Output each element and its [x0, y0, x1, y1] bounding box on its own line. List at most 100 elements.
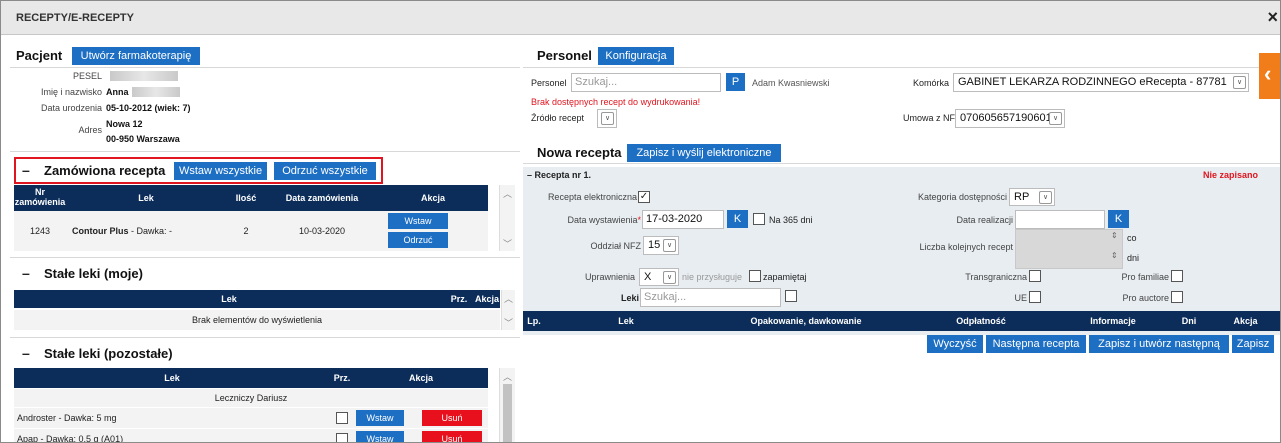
newrx-divider: [523, 163, 1280, 164]
drug-name: Androster: [17, 413, 57, 423]
table-row: Apap - Dawka: 0,5 g (A01) Wstaw Usuń: [14, 429, 488, 442]
col-drug: Lek: [138, 193, 154, 203]
reject-all-button[interactable]: Odrzuć wszystkie: [274, 162, 376, 180]
chevron-down-icon: ∨: [663, 271, 676, 284]
insert-button[interactable]: Wstaw: [356, 410, 404, 426]
electronic-checkbox[interactable]: ✓: [638, 191, 650, 203]
tab-patient[interactable]: Pacjent: [16, 48, 62, 63]
electronic-label: Recepta elektroniczna: [547, 192, 637, 202]
stepper-co-icon[interactable]: ⇕: [1111, 231, 1118, 240]
prz-checkbox[interactable]: [336, 433, 348, 442]
chevron-down-icon: ∨: [663, 239, 676, 252]
ordered-title: Zamówiona recepta: [44, 163, 166, 178]
na365-label: Na 365 dni: [769, 215, 813, 225]
reject-button[interactable]: Odrzuć: [388, 232, 448, 248]
chevron-down-icon: ∨: [1233, 76, 1246, 89]
col-qty: Ilość: [235, 193, 257, 203]
ue-label: UE: [1014, 293, 1027, 303]
pro-auctore-label: Pro auctore: [1122, 293, 1169, 303]
unit-value: GABINET LEKARZA RODZINNEGO eRecepta - 87…: [958, 76, 1227, 88]
group-name: Leczniczy Dariusz: [214, 393, 288, 403]
insert-button[interactable]: Wstaw: [388, 213, 448, 229]
remove-button[interactable]: Usuń: [422, 431, 482, 442]
empty-message: Brak elementów do wyświetlenia: [191, 315, 323, 325]
close-icon[interactable]: ×: [1267, 8, 1278, 26]
days-label: dni: [1127, 253, 1140, 263]
insert-all-button[interactable]: Wstaw wszystkie: [174, 162, 267, 180]
tab-new-prescription[interactable]: Nowa recepta: [537, 145, 622, 160]
unit-label: Komórka: [913, 78, 950, 88]
otherdrugs-table-header: Lek Prz. Akcja: [14, 368, 488, 388]
window-titlebar: RECEPTY/E-RECEPTY ×: [1, 1, 1280, 35]
cross-border-checkbox[interactable]: [1029, 270, 1041, 282]
order-qty: 2: [243, 226, 249, 236]
col-days: Dni: [1181, 316, 1197, 326]
order-drug: Contour Plus - Dawka: -: [72, 226, 172, 236]
unit-select[interactable]: GABINET LEKARZA RODZINNEGO eRecepta - 87…: [953, 73, 1249, 92]
clear-button[interactable]: Wyczyść: [927, 335, 983, 353]
save-button[interactable]: Zapisz: [1232, 335, 1274, 353]
pro-familiae-checkbox[interactable]: [1171, 270, 1183, 282]
remove-button[interactable]: Usuń: [422, 410, 482, 426]
insert-button[interactable]: Wstaw: [356, 431, 404, 442]
pro-familiae-label: Pro familiae: [1121, 272, 1169, 282]
realization-k-button[interactable]: K: [1108, 210, 1129, 228]
next-prescription-button[interactable]: Następna recepta: [986, 335, 1086, 353]
issue-date-k-button[interactable]: K: [727, 210, 748, 228]
nfz-value: 15: [648, 239, 661, 251]
realization-label: Data realizacji: [956, 215, 1013, 225]
window-title: RECEPTY/E-RECEPTY: [16, 12, 134, 24]
pro-auctore-checkbox[interactable]: [1171, 291, 1183, 303]
scroll-up-icon[interactable]: ︿: [502, 292, 515, 305]
ue-checkbox[interactable]: [1029, 291, 1041, 303]
otherdrugs-title: Stałe leki (pozostałe): [44, 346, 173, 361]
col-drug: Lek: [164, 373, 180, 383]
drugs-search-input[interactable]: Szukaj...: [640, 288, 781, 307]
category-select[interactable]: RP ∨: [1009, 188, 1055, 206]
mydrugs-scrollbar[interactable]: ︿ ﹀: [501, 290, 515, 330]
mydrugs-table-header: Lek Prz. Akcja: [14, 290, 500, 308]
na365-checkbox[interactable]: [753, 213, 765, 225]
stepper-days-icon[interactable]: ⇕: [1111, 251, 1118, 260]
scroll-down-icon[interactable]: ﹀: [502, 316, 515, 329]
tab-staff[interactable]: Personel: [537, 48, 592, 63]
scroll-up-icon[interactable]: ︿: [500, 370, 515, 383]
permissions-select[interactable]: X ∨: [639, 268, 679, 286]
tab-configuration[interactable]: Konfiguracja: [598, 47, 674, 65]
drugs-checkbox[interactable]: [785, 290, 797, 302]
surname-redacted: [132, 87, 180, 97]
issue-date-input[interactable]: 17-03-2020: [642, 210, 724, 229]
scroll-thumb[interactable]: [503, 384, 512, 442]
issue-date-label: Data wystawienia*: [523, 215, 641, 225]
source-select[interactable]: ∨: [597, 109, 617, 128]
otherdrugs-scrollbar[interactable]: ︿: [499, 368, 515, 442]
right-panel: Personel Konfiguracja Personel Szukaj...…: [523, 41, 1280, 442]
scroll-down-icon[interactable]: ﹀: [500, 237, 515, 250]
address-line2: 00-950 Warszawa: [106, 134, 180, 144]
ordered-scrollbar[interactable]: ︿ ﹀: [499, 185, 515, 251]
p-button[interactable]: P: [726, 73, 745, 91]
contract-select[interactable]: 070605657190601 ∨: [955, 109, 1065, 128]
ordered-collapse-toggle[interactable]: –: [22, 162, 30, 178]
create-pharmacotherapy-button[interactable]: Utwórz farmakoterapię: [72, 47, 200, 65]
col-prz: Prz.: [450, 294, 468, 304]
remember-checkbox[interactable]: [749, 270, 761, 282]
prz-checkbox[interactable]: [336, 412, 348, 424]
mydrugs-empty-row: Brak elementów do wyświetlenia: [14, 310, 500, 330]
otherdrugs-collapse-toggle[interactable]: –: [22, 345, 30, 361]
side-panel-toggle[interactable]: ‹: [1259, 53, 1280, 99]
category-label: Kategoria dostępności: [917, 192, 1007, 202]
nfz-select[interactable]: 15 ∨: [643, 236, 679, 255]
person-search-input[interactable]: Szukaj...: [571, 73, 721, 92]
realization-date-input[interactable]: [1015, 210, 1105, 229]
mydrugs-collapse-toggle[interactable]: –: [22, 265, 30, 281]
save-create-next-button[interactable]: Zapisz i utwórz następną: [1089, 335, 1229, 353]
col-action: Akcja: [420, 193, 446, 203]
name-label: Imię i nazwisko: [40, 87, 102, 97]
permissions-value: X: [644, 271, 652, 283]
person-label: Personel: [531, 78, 567, 88]
scroll-up-icon[interactable]: ︿: [500, 187, 515, 200]
tab-save-send-electronic[interactable]: Zapisz i wyślij elektroniczne: [627, 144, 781, 162]
otherdrugs-divider: [10, 337, 520, 338]
prescriptions-window: RECEPTY/E-RECEPTY × Pacjent Utwórz farma…: [0, 0, 1281, 443]
